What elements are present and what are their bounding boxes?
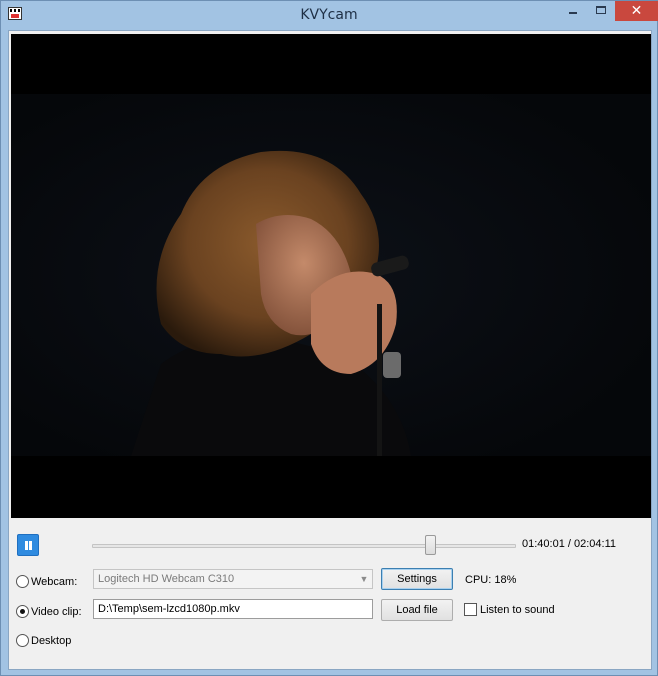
pause-icon-bar [29, 541, 32, 550]
chevron-down-icon: ▼ [359, 574, 369, 584]
desktop-option[interactable]: Desktop [16, 634, 71, 647]
cpu-usage: CPU: 18% [465, 574, 517, 586]
webcam-radio[interactable] [16, 575, 29, 588]
title-bar[interactable]: KVYcam ✕ [1, 1, 658, 29]
seek-slider[interactable] [92, 535, 516, 557]
listen-to-sound-checkbox[interactable] [464, 603, 477, 616]
webcam-device-value: Logitech HD Webcam C310 [98, 573, 235, 585]
listen-to-sound-label: Listen to sound [480, 603, 555, 616]
maximize-button[interactable] [588, 1, 614, 21]
listen-to-sound-option[interactable]: Listen to sound [464, 603, 555, 616]
video-frame [11, 34, 651, 518]
maximize-icon [596, 6, 606, 14]
webcam-label: Webcam: [31, 575, 78, 588]
seek-thumb[interactable] [424, 535, 436, 555]
video-clip-radio[interactable] [16, 605, 29, 618]
webcam-device-select[interactable]: Logitech HD Webcam C310 ▼ [93, 569, 373, 589]
minimize-icon [569, 12, 577, 14]
desktop-radio[interactable] [16, 634, 29, 647]
seek-track [92, 544, 516, 548]
client-area: 01:40:01 / 02:04:11 Webcam: Logitech HD … [8, 30, 652, 670]
pause-button[interactable] [17, 534, 39, 556]
pause-icon [25, 541, 28, 550]
app-window: KVYcam ✕ 01:40:01 / 02:04:11 Webcam: Log… [0, 0, 658, 676]
video-preview [11, 34, 651, 518]
desktop-label: Desktop [31, 634, 72, 647]
time-readout: 01:40:01 / 02:04:11 [522, 538, 616, 550]
video-clip-path-field[interactable]: D:\Temp\sem-lzcd1080p.mkv [93, 599, 373, 619]
minimize-button[interactable] [560, 1, 586, 21]
close-icon: ✕ [630, 3, 643, 19]
webcam-option[interactable]: Webcam: [16, 575, 77, 588]
load-file-button[interactable]: Load file [381, 599, 453, 621]
video-clip-label: Video clip: [31, 605, 82, 618]
video-clip-option[interactable]: Video clip: [16, 605, 82, 618]
video-clip-path-value: D:\Temp\sem-lzcd1080p.mkv [98, 603, 240, 615]
window-title: KVYcam [300, 7, 358, 23]
close-button[interactable]: ✕ [615, 1, 658, 21]
settings-button[interactable]: Settings [381, 568, 453, 590]
